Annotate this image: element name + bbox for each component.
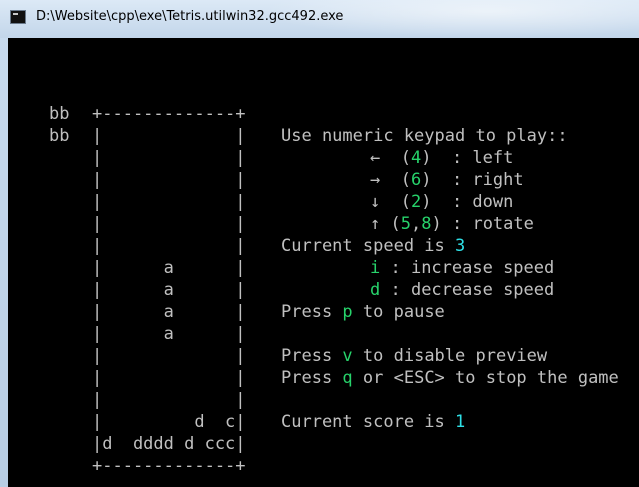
board-row: | |: [92, 236, 246, 256]
pause-line: Press p to pause: [281, 302, 445, 322]
board-row: | d c|: [92, 412, 246, 432]
up-arrow-icon: ↑: [370, 214, 381, 234]
title-bar[interactable]: D:\Website\cpp\exe\Tetris.utilwin32.gcc4…: [0, 0, 639, 38]
board-row: | |: [92, 148, 246, 168]
key-preview: v: [342, 346, 353, 366]
control-rotate: ↑ (5,8) : rotate: [370, 214, 534, 234]
board-top-border: +-------------+: [92, 104, 246, 124]
board-row: | a |: [92, 324, 246, 344]
control-right: → (6) : right: [370, 170, 524, 190]
next-preview-row: bb: [49, 126, 70, 146]
key-down: 2: [410, 192, 422, 212]
board-bottom-border: +-------------+: [92, 456, 246, 476]
key-decrease: d: [370, 280, 381, 300]
console-app-icon[interactable]: [10, 10, 26, 24]
action-rotate: rotate: [472, 214, 534, 234]
down-arrow-icon: ↓: [370, 192, 381, 212]
left-arrow-icon: ←: [370, 148, 381, 168]
board-row: | |: [92, 368, 246, 388]
score-line: Current score is 1: [281, 412, 466, 432]
control-down: ↓ (2) : down: [370, 192, 514, 212]
decrease-speed-line: d : decrease speed: [370, 280, 555, 300]
board-row: | |: [92, 170, 246, 190]
board-row: | |: [92, 214, 246, 234]
key-rotate-a: 5: [400, 214, 411, 234]
action-left: left: [472, 148, 514, 168]
key-left: 4: [410, 148, 422, 168]
board-row: | |: [92, 390, 246, 410]
key-increase: i: [370, 258, 381, 278]
stop-line: Press q or <ESC> to stop the game: [281, 368, 619, 388]
instructions-heading: Use numeric keypad to play::: [281, 126, 568, 146]
right-arrow-icon: →: [370, 170, 381, 190]
action-right: right: [472, 170, 524, 190]
board-row: | |: [92, 346, 246, 366]
speed-value: 3: [455, 236, 466, 256]
window-title: D:\Website\cpp\exe\Tetris.utilwin32.gcc4…: [36, 9, 344, 24]
key-stop: q: [342, 368, 353, 388]
board-row: | a |: [92, 258, 246, 278]
score-value: 1: [455, 412, 466, 432]
increase-speed-line: i : increase speed: [370, 258, 555, 278]
speed-line: Current speed is 3: [281, 236, 466, 256]
console-area[interactable]: bb bb +-------------+ | | | | | | | | | …: [8, 38, 639, 487]
control-left: ← (4) : left: [370, 148, 514, 168]
board-row: | a |: [92, 280, 246, 300]
key-rotate-b: 8: [421, 214, 432, 234]
board-row: | |: [92, 126, 246, 146]
console-window: D:\Website\cpp\exe\Tetris.utilwin32.gcc4…: [0, 0, 639, 487]
board-row: | |: [92, 192, 246, 212]
action-down: down: [472, 192, 514, 212]
key-pause: p: [342, 302, 353, 322]
preview-line: Press v to disable preview: [281, 346, 548, 366]
board-row: |d dddd d ccc|: [92, 434, 246, 454]
next-preview-row: bb: [49, 104, 70, 124]
key-right: 6: [410, 170, 422, 190]
board-row: | a |: [92, 302, 246, 322]
